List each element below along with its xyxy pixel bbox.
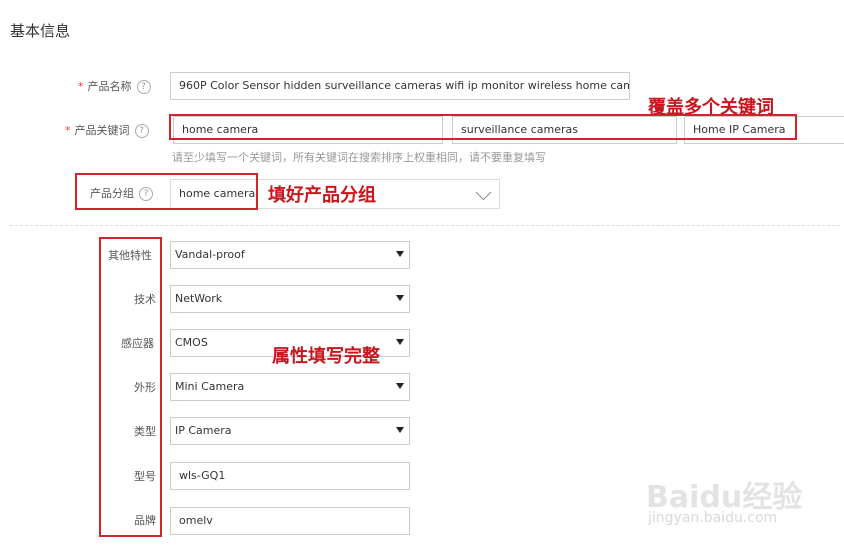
chevron-down-icon: [475, 184, 492, 201]
attr-label-model: 型号: [134, 470, 156, 483]
attr-label-type: 类型: [134, 425, 156, 438]
product-name-label: 产品名称: [87, 80, 132, 93]
keyword-input-1[interactable]: home camera: [173, 116, 443, 144]
select-value: Mini Camera: [175, 380, 245, 393]
attr-label-shape: 外形: [134, 381, 156, 394]
attr-label-other-feature: 其他特性: [108, 249, 152, 262]
attr-input-brand[interactable]: omelv: [170, 507, 410, 535]
help-icon[interactable]: ?: [139, 187, 153, 201]
attr-select-type[interactable]: IP Camera: [170, 417, 410, 445]
attr-select-shape[interactable]: Mini Camera: [170, 373, 410, 401]
attr-select-other-feature[interactable]: Vandal-proof: [170, 241, 410, 269]
group-annotation: 填好产品分组: [268, 185, 376, 206]
dropdown-arrow-icon: [396, 339, 404, 345]
divider: [10, 225, 840, 226]
baidu-watermark-url: jingyan.baidu.com: [648, 510, 778, 526]
select-value: Vandal-proof: [175, 248, 245, 261]
help-icon[interactable]: ?: [134, 124, 149, 138]
select-value: IP Camera: [175, 424, 232, 437]
select-value: NetWork: [175, 292, 223, 305]
dropdown-arrow-icon: [396, 295, 404, 301]
attr-input-model[interactable]: wls-GQ1: [170, 462, 410, 490]
group-label: 产品分组: [90, 187, 134, 200]
keywords-label: 产品关键词: [74, 124, 130, 137]
product-name-input[interactable]: 960P Color Sensor hidden surveillance ca…: [170, 72, 630, 100]
dropdown-arrow-icon: [396, 427, 404, 433]
select-value: CMOS: [175, 336, 208, 349]
attr-label-technology: 技术: [134, 293, 156, 306]
attr-label-sensor: 感应器: [121, 337, 154, 350]
product-name-label-row: * 产品名称?: [78, 78, 151, 94]
required-mark: *: [78, 80, 84, 93]
dropdown-arrow-icon: [396, 251, 404, 257]
keywords-annotation: 覆盖多个关键词: [648, 97, 774, 118]
keyword-input-3[interactable]: Home IP Camera: [684, 116, 844, 144]
attributes-annotation: 属性填写完整: [272, 346, 380, 367]
section-title: 基本信息: [10, 22, 71, 40]
keywords-label-row: * 产品关键词?: [65, 122, 149, 138]
attr-select-technology[interactable]: NetWork: [170, 285, 410, 313]
dropdown-arrow-icon: [396, 383, 404, 389]
keyword-input-2[interactable]: surveillance cameras: [452, 116, 677, 144]
help-icon[interactable]: ?: [136, 80, 151, 94]
group-select-value: home camera: [179, 187, 256, 200]
attr-label-brand: 品牌: [134, 514, 156, 527]
required-mark: *: [65, 124, 71, 137]
group-label-row: 产品分组?: [90, 185, 153, 201]
keywords-hint: 请至少填写一个关键词，所有关键词在搜索排序上权重相同，请不要重复填写: [172, 151, 546, 164]
